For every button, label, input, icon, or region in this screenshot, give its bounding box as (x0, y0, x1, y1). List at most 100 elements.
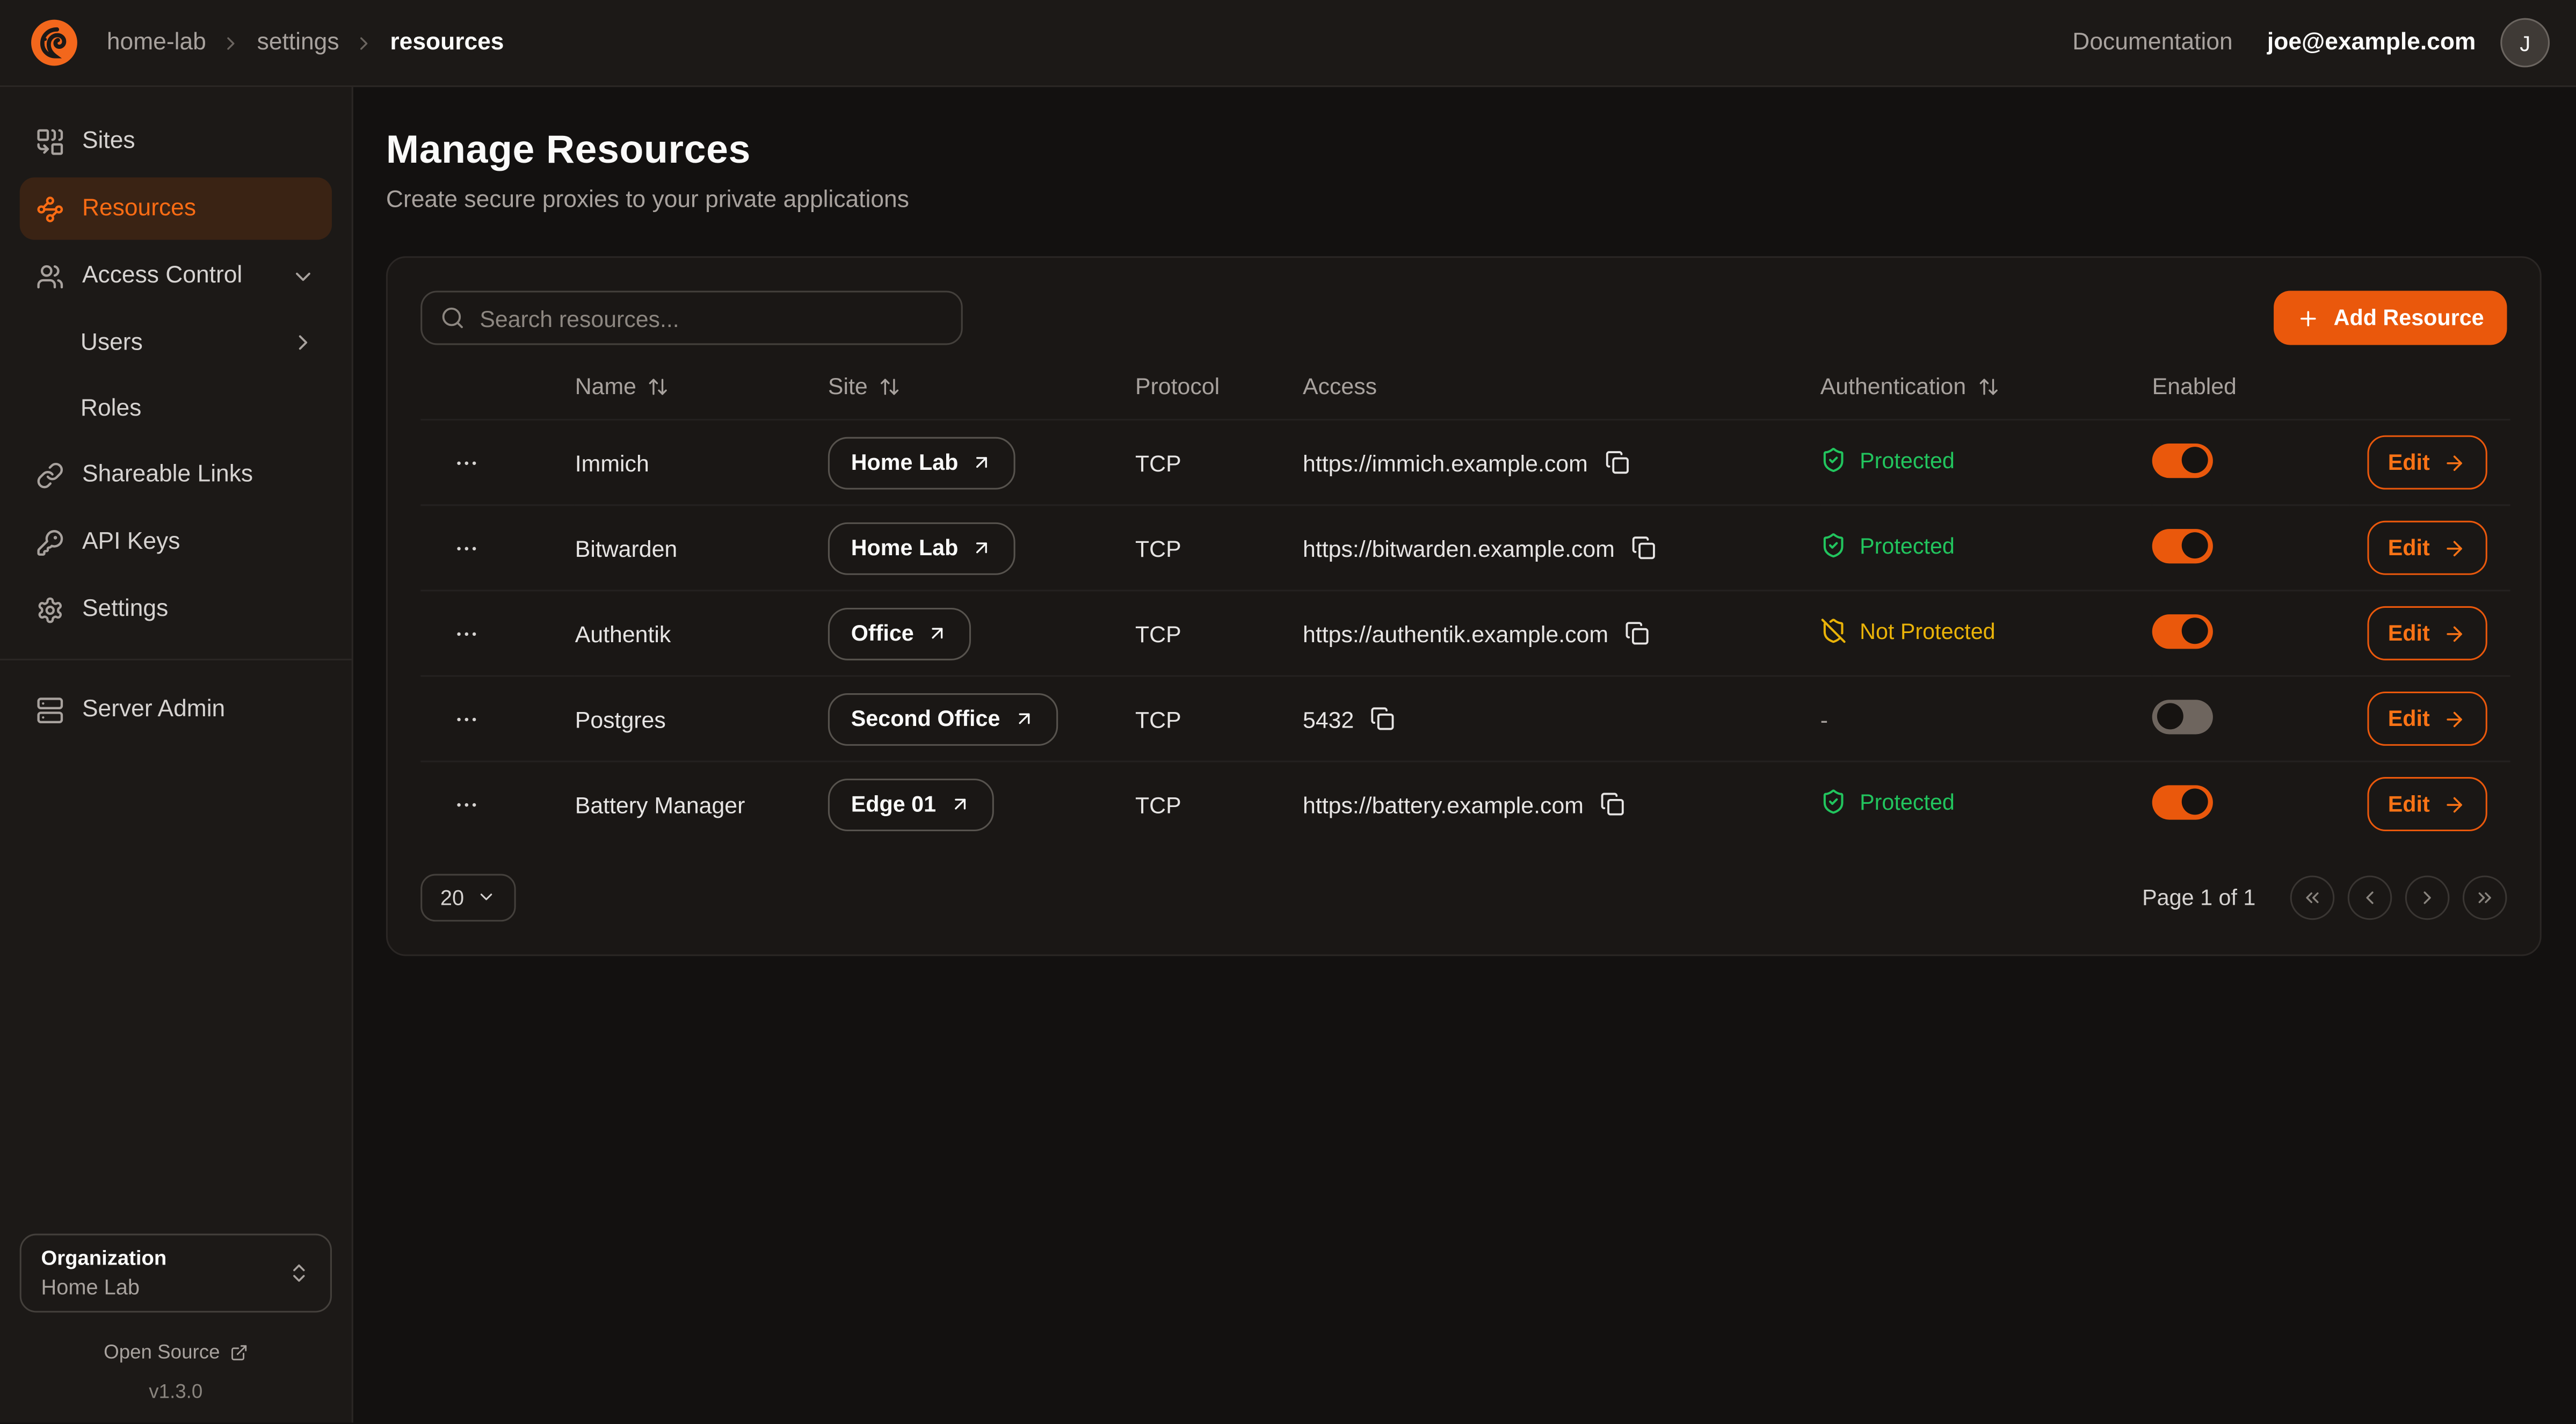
page-size-select[interactable]: 20 (420, 873, 517, 921)
edit-button[interactable]: Edit (2367, 692, 2487, 746)
documentation-link[interactable]: Documentation (2072, 30, 2232, 56)
copy-button[interactable] (1600, 792, 1625, 817)
page-size-value: 20 (440, 884, 464, 909)
enabled-toggle[interactable] (2152, 785, 2213, 819)
ellipsis-icon (453, 449, 480, 476)
sidebar-item-label: Sites (82, 128, 135, 155)
edit-button[interactable]: Edit (2367, 606, 2487, 660)
open-source-link[interactable]: Open Source (20, 1340, 332, 1363)
sidebar-item-server-admin[interactable]: Server Admin (20, 678, 332, 740)
shield-check-icon (1820, 447, 1847, 473)
sidebar-item-label: Users (81, 329, 143, 355)
resource-access: https://immich.example.com (1303, 449, 1588, 476)
sidebar-nav: Sites Resources Access Control Users Rol… (20, 110, 332, 741)
arrow-up-down-icon (879, 375, 901, 397)
user-email[interactable]: joe@example.com (2267, 30, 2476, 56)
row-menu-button[interactable] (450, 617, 483, 650)
enabled-toggle[interactable] (2152, 614, 2213, 648)
organization-select[interactable]: Organization Home Lab (20, 1234, 332, 1313)
add-resource-button[interactable]: Add Resource (2275, 290, 2507, 345)
pagination-next-button[interactable] (2405, 875, 2450, 919)
row-menu-button[interactable] (450, 702, 483, 735)
organization-value: Home Lab (41, 1275, 166, 1299)
table-row: Bitwarden Home Lab TCP https://bitwarden… (420, 505, 2510, 591)
sidebar-divider (0, 659, 352, 660)
app-logo-icon[interactable] (26, 15, 82, 71)
breadcrumb-settings[interactable]: settings (257, 30, 339, 56)
chevron-right-icon (221, 32, 242, 54)
column-header-authentication[interactable]: Authentication (1820, 373, 2152, 419)
sidebar-item-access-control[interactable]: Access Control (20, 245, 332, 307)
breadcrumb-org[interactable]: home-lab (107, 30, 206, 56)
chevron-right-icon (291, 330, 315, 355)
chevrons-up-down-icon (287, 1262, 310, 1285)
enabled-toggle[interactable] (2152, 699, 2213, 733)
pagination-previous-button[interactable] (2348, 875, 2392, 919)
copy-button[interactable] (1625, 621, 1650, 645)
site-link[interactable]: Home Lab (828, 436, 1016, 489)
table-row: Immich Home Lab TCP https://immich.examp… (420, 420, 2510, 505)
auth-status-protected: Protected (1820, 447, 1955, 473)
sidebar-item-settings[interactable]: Settings (20, 578, 332, 641)
copy-button[interactable] (1631, 535, 1656, 560)
sidebar-item-users[interactable]: Users (20, 312, 332, 373)
sidebar-item-resources[interactable]: Resources (20, 177, 332, 239)
edit-button[interactable]: Edit (2367, 435, 2487, 490)
auth-status-none: - (1820, 706, 1828, 732)
resource-protocol: TCP (1135, 591, 1303, 676)
sidebar-item-shareable-links[interactable]: Shareable Links (20, 444, 332, 506)
copy-button[interactable] (1370, 706, 1395, 731)
page-title: Manage Resources (386, 128, 2543, 175)
sidebar-item-api-keys[interactable]: API Keys (20, 511, 332, 573)
site-link[interactable]: Edge 01 (828, 778, 993, 831)
breadcrumb-current: resources (390, 30, 504, 56)
chevron-left-icon (2359, 886, 2381, 907)
arrow-right-icon (2443, 536, 2466, 560)
resource-protocol: TCP (1135, 420, 1303, 505)
site-link[interactable]: Second Office (828, 692, 1058, 745)
resource-name: Authentik (575, 591, 828, 676)
arrow-up-down-icon (1978, 375, 1999, 397)
sidebar-item-sites[interactable]: Sites (20, 110, 332, 172)
ellipsis-icon (453, 791, 480, 818)
row-menu-button[interactable] (450, 532, 483, 564)
arrow-right-icon (2443, 622, 2466, 645)
edit-button[interactable]: Edit (2367, 778, 2487, 832)
row-menu-button[interactable] (450, 446, 483, 479)
avatar[interactable]: J (2500, 18, 2550, 68)
enabled-toggle[interactable] (2152, 442, 2213, 477)
copy-icon (1631, 535, 1656, 560)
pagination-last-button[interactable] (2463, 875, 2507, 919)
resource-name: Immich (575, 420, 828, 505)
shield-check-icon (1820, 532, 1847, 558)
column-header-site[interactable]: Site (828, 373, 1135, 419)
sidebar-item-label: Shareable Links (82, 462, 253, 488)
copy-button[interactable] (1604, 450, 1629, 475)
table-body: Immich Home Lab TCP https://immich.examp… (420, 420, 2510, 847)
table-row: Postgres Second Office TCP 5432 - Edit (420, 676, 2510, 761)
row-menu-button[interactable] (450, 788, 483, 821)
chevron-right-icon (354, 32, 375, 54)
arrow-right-icon (2443, 793, 2466, 816)
sidebar-item-roles[interactable]: Roles (20, 378, 332, 439)
sidebar-item-label: API Keys (82, 529, 180, 555)
sidebar-item-label: Server Admin (82, 696, 225, 723)
add-resource-label: Add Resource (2334, 306, 2484, 330)
breadcrumb: home-lab settings resources (107, 30, 504, 56)
version-label: v1.3.0 (20, 1380, 332, 1403)
enabled-toggle[interactable] (2152, 528, 2213, 563)
search-box (420, 290, 963, 345)
auth-status-protected: Protected (1820, 532, 1955, 558)
search-input[interactable] (480, 305, 943, 331)
resource-name: Postgres (575, 676, 828, 761)
column-header-name[interactable]: Name (575, 373, 828, 419)
resource-protocol: TCP (1135, 676, 1303, 761)
resource-name: Bitwarden (575, 505, 828, 591)
site-link[interactable]: Office (828, 607, 971, 659)
column-header-enabled: Enabled (2152, 373, 2349, 419)
pagination-first-button[interactable] (2290, 875, 2335, 919)
edit-button[interactable]: Edit (2367, 521, 2487, 575)
sidebar-item-label: Settings (82, 597, 168, 623)
copy-icon (1604, 450, 1629, 475)
site-link[interactable]: Home Lab (828, 521, 1016, 574)
